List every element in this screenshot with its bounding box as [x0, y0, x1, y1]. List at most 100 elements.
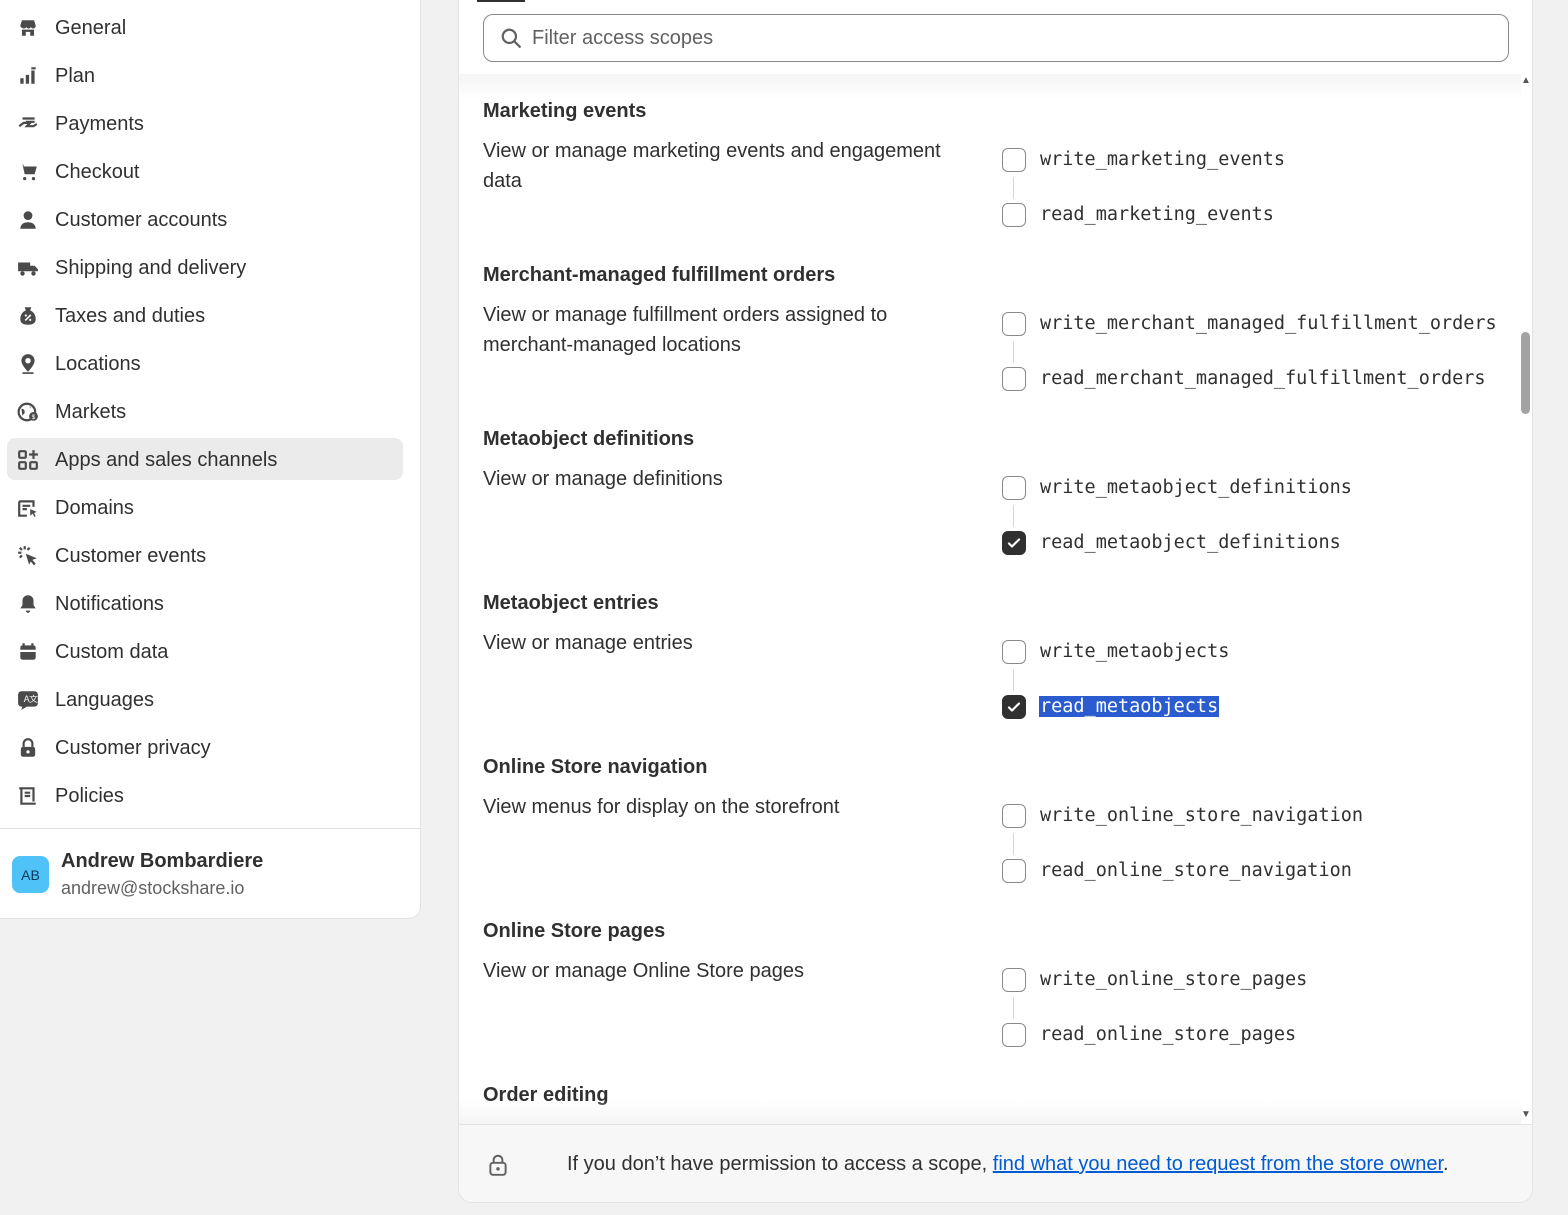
sidebar-item-markets[interactable]: $ Markets — [7, 390, 403, 432]
user-email: andrew@stockshare.io — [61, 878, 245, 898]
sidebar-item-label: Customer accounts — [55, 209, 228, 231]
scope-label: read_merchant_managed_fulfillment_orders — [1040, 368, 1486, 389]
sidebar-divider — [0, 828, 420, 829]
scope-label: write_online_store_navigation — [1040, 805, 1364, 826]
sidebar-item-plan[interactable]: Plan — [7, 54, 403, 96]
bell-icon — [16, 592, 40, 616]
sidebar-item-label: Markets — [55, 401, 127, 423]
scope-label: write_online_store_pages — [1040, 969, 1308, 990]
connector-line — [1013, 177, 1014, 199]
plan-icon — [16, 64, 40, 88]
apps-icon — [16, 448, 40, 472]
write-checkbox[interactable] — [1002, 476, 1026, 500]
read-checkbox[interactable] — [1002, 695, 1026, 719]
sidebar-item-label: Languages — [55, 689, 154, 711]
sidebar-item-label: General — [55, 17, 127, 39]
sidebar-item-label: Checkout — [55, 161, 140, 183]
sidebar-item-apps[interactable]: Apps and sales channels — [7, 438, 403, 480]
footer-message: If you don’t have permission to access a… — [567, 1153, 1449, 1176]
sidebar-item-label: Policies — [55, 785, 124, 807]
sidebar-item-customer-events[interactable]: Customer events — [7, 534, 403, 576]
write-checkbox[interactable] — [1002, 640, 1026, 664]
cursor-click-icon — [16, 544, 40, 568]
sidebar-item-label: Custom data — [55, 641, 169, 663]
domains-icon — [16, 496, 40, 520]
write-checkbox[interactable] — [1002, 312, 1026, 336]
read-checkbox[interactable] — [1002, 203, 1026, 227]
sidebar-item-languages[interactable]: A文 Languages — [7, 678, 403, 720]
globe-icon: $ — [16, 400, 40, 424]
sidebar-item-taxes[interactable]: Taxes and duties — [7, 294, 403, 336]
write-checkbox[interactable] — [1002, 968, 1026, 992]
sidebar-item-label: Customer privacy — [55, 737, 211, 759]
scrollbar[interactable]: ▲ ▼ — [1519, 74, 1533, 1124]
store-icon — [16, 16, 40, 40]
language-icon: A文 — [16, 688, 40, 712]
request-from-owner-link[interactable]: find what you need to request from the s… — [993, 1153, 1443, 1175]
svg-text:$: $ — [32, 414, 36, 421]
scope-title: Merchant-managed fulfillment orders — [483, 264, 836, 286]
tax-icon — [16, 304, 40, 328]
scope-description: View or manage definitions — [483, 468, 723, 490]
sidebar-item-domains[interactable]: Domains — [7, 486, 403, 528]
read-checkbox[interactable] — [1002, 531, 1026, 555]
sidebar-item-label: Shipping and delivery — [55, 257, 247, 279]
scroll-up-arrow-icon[interactable]: ▲ — [1521, 76, 1531, 86]
sidebar-item-custom-data[interactable]: Custom data — [7, 630, 403, 672]
sidebar-item-general[interactable]: General — [7, 6, 403, 48]
sidebar-item-checkout[interactable]: Checkout — [7, 150, 403, 192]
scope-description: View menus for display on the storefront — [483, 796, 840, 818]
search-icon — [501, 28, 521, 48]
scope-title: Marketing events — [483, 100, 647, 122]
svg-text:文: 文 — [29, 693, 38, 705]
scope-section: Merchant-managed fulfillment orders View… — [483, 264, 1513, 428]
scroll-shadow-top — [459, 74, 1521, 100]
scope-title: Metaobject definitions — [483, 428, 695, 450]
sidebar-item-label: Customer events — [55, 545, 207, 567]
scroll-down-arrow-icon[interactable]: ▼ — [1521, 1110, 1531, 1120]
scope-section: Metaobject definitions View or manage de… — [483, 428, 1513, 592]
scopes-list: Marketing events View or manage marketin… — [459, 74, 1521, 1124]
sidebar-item-customer-accounts[interactable]: Customer accounts — [7, 198, 403, 240]
read-checkbox[interactable] — [1002, 1023, 1026, 1047]
connector-line — [1013, 997, 1014, 1019]
scope-label: read_marketing_events — [1040, 204, 1274, 225]
connector-line — [1013, 833, 1014, 855]
sidebar-item-policies[interactable]: Policies — [7, 774, 403, 816]
write-checkbox[interactable] — [1002, 148, 1026, 172]
scope-description: View or manage marketing events and enga… — [483, 140, 941, 192]
cart-icon — [16, 160, 40, 184]
connector-line — [1013, 505, 1014, 527]
database-icon — [16, 640, 40, 664]
checkmark-icon — [1007, 702, 1021, 712]
scope-label: write_marketing_events — [1040, 149, 1286, 170]
sidebar-item-customer-privacy[interactable]: Customer privacy — [7, 726, 403, 768]
scope-title: Online Store navigation — [483, 756, 708, 778]
lock-icon — [489, 1154, 507, 1176]
scope-title: Online Store pages — [483, 920, 666, 942]
write-checkbox[interactable] — [1002, 804, 1026, 828]
scope-label: write_metaobject_definitions — [1040, 477, 1352, 498]
permission-footer: If you don’t have permission to access a… — [459, 1124, 1532, 1202]
scope-title: Metaobject entries — [483, 592, 659, 614]
access-scopes-panel: Marketing events View or manage marketin… — [458, 0, 1533, 1203]
scope-label-selected: read_metaobjects — [1039, 696, 1220, 717]
sidebar-item-payments[interactable]: Payments — [7, 102, 403, 144]
user-account[interactable]: AB Andrew Bombardiere andrew@stockshare.… — [12, 848, 412, 904]
scrollbar-thumb[interactable] — [1521, 332, 1530, 414]
scope-section: Metaobject entries View or manage entrie… — [483, 592, 1513, 756]
scope-section: Online Store pages View or manage Online… — [483, 920, 1513, 1084]
filter-access-scopes-input[interactable] — [532, 23, 1492, 53]
read-checkbox[interactable] — [1002, 859, 1026, 883]
scope-label: write_metaobjects — [1040, 641, 1230, 662]
scope-description: View or manage entries — [483, 632, 693, 654]
footer-text: If you don’t have permission to access a… — [567, 1153, 993, 1175]
scope-label: read_online_store_navigation — [1040, 860, 1352, 881]
scope-description: View or manage fulfillment orders assign… — [483, 304, 888, 356]
sidebar-item-label: Payments — [55, 113, 144, 135]
filter-field[interactable] — [483, 14, 1509, 62]
sidebar-item-shipping[interactable]: Shipping and delivery — [7, 246, 403, 288]
sidebar-item-notifications[interactable]: Notifications — [7, 582, 403, 624]
read-checkbox[interactable] — [1002, 367, 1026, 391]
sidebar-item-locations[interactable]: Locations — [7, 342, 403, 384]
